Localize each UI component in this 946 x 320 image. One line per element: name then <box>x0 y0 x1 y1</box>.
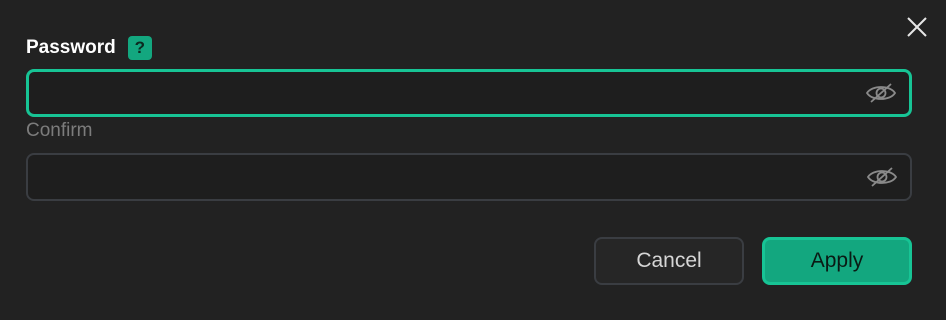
confirm-field <box>26 153 912 201</box>
confirm-input[interactable] <box>40 155 854 199</box>
password-input[interactable] <box>41 72 853 114</box>
cancel-button[interactable]: Cancel <box>594 237 744 285</box>
apply-button[interactable]: Apply <box>762 237 912 285</box>
password-label: Password <box>26 37 116 58</box>
password-field <box>26 69 912 117</box>
confirm-label: Confirm <box>26 120 93 141</box>
confirm-visibility-toggle[interactable] <box>866 165 898 189</box>
password-label-row: Password ? <box>26 36 152 60</box>
eye-off-icon <box>866 167 898 187</box>
help-icon[interactable]: ? <box>127 36 152 60</box>
close-button[interactable] <box>904 14 930 40</box>
password-dialog: Password ? Confirm Cancel Apply <box>0 0 946 320</box>
close-icon <box>907 17 927 37</box>
eye-off-icon <box>865 83 897 103</box>
password-visibility-toggle[interactable] <box>865 81 897 105</box>
